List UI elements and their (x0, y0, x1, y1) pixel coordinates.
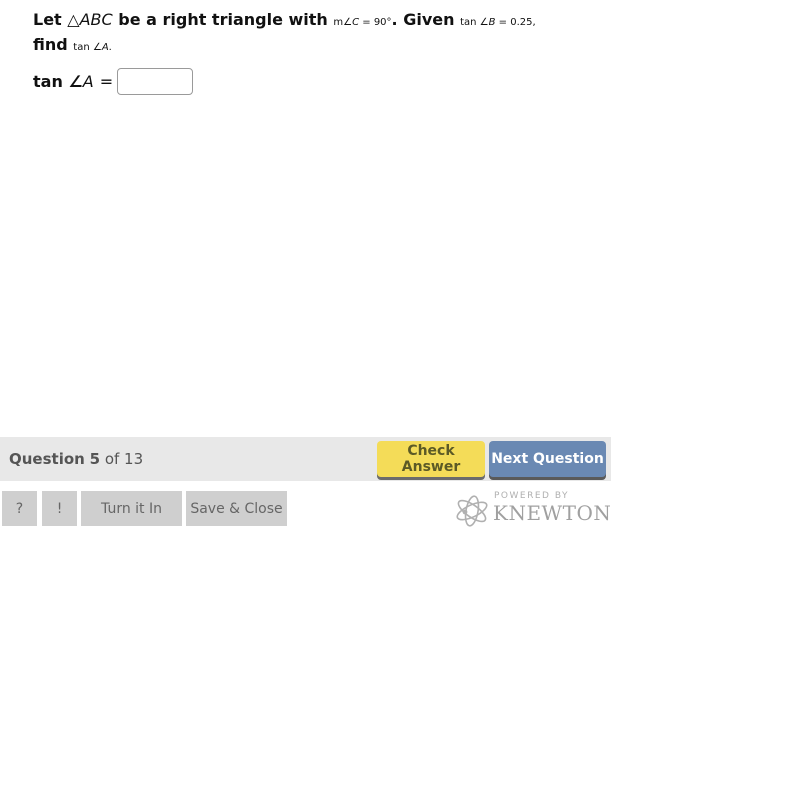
triangle-symbol: △ (67, 10, 80, 29)
answer-row: tan ∠A = (33, 68, 194, 95)
question-middle: be a right triangle with (112, 10, 334, 29)
given-angle-prefix: m∠ (333, 17, 353, 28)
triangle-name: ABC (79, 10, 113, 29)
tan-b-expression: tan ∠B = 0.25, (460, 17, 536, 28)
given-angle-value: = 90° (359, 17, 392, 28)
atom-icon (456, 495, 488, 527)
next-question-button[interactable]: Next Question (489, 441, 606, 477)
save-close-button[interactable]: Save & Close (186, 491, 287, 526)
progress-current: 5 (89, 450, 101, 468)
help-button[interactable]: ? (2, 491, 37, 526)
given-word: . Given (391, 10, 461, 29)
knewton-logo-text: KNEWTON (493, 501, 612, 525)
progress-total: of 13 (104, 450, 144, 468)
report-button[interactable]: ! (42, 491, 77, 526)
progress-word: Question (9, 450, 85, 468)
find-suffix: . (108, 42, 112, 53)
given-angle: m∠C = 90° (333, 17, 391, 28)
question-nav-bar: Question 5 of 13 Check Answer Next Quest… (0, 437, 611, 481)
triangle-expression: △ABC (67, 10, 112, 29)
powered-by-text: POWERED BY (494, 491, 570, 501)
answer-label: tan ∠A (33, 72, 94, 91)
answer-label-var: A (82, 72, 94, 91)
question-text: Let △ABC be a right triangle with m∠C = … (33, 9, 553, 59)
answer-label-prefix: tan ∠ (33, 72, 83, 91)
equals-sign: = (99, 72, 114, 91)
turn-it-in-button[interactable]: Turn it In (81, 491, 182, 526)
answer-input[interactable] (117, 68, 194, 95)
tan-b-value: = 0.25, (495, 17, 536, 28)
question-prefix: Let (33, 10, 68, 29)
find-prefix: tan ∠ (73, 42, 102, 53)
question-progress: Question 5 of 13 (9, 450, 143, 468)
find-word: find (33, 35, 74, 54)
check-answer-button[interactable]: Check Answer (377, 441, 485, 477)
tan-b-prefix: tan ∠ (460, 17, 489, 28)
knewton-branding: POWERED BY KNEWTON (454, 490, 614, 530)
find-var: A (101, 42, 109, 53)
find-expression: tan ∠A. (73, 42, 112, 53)
